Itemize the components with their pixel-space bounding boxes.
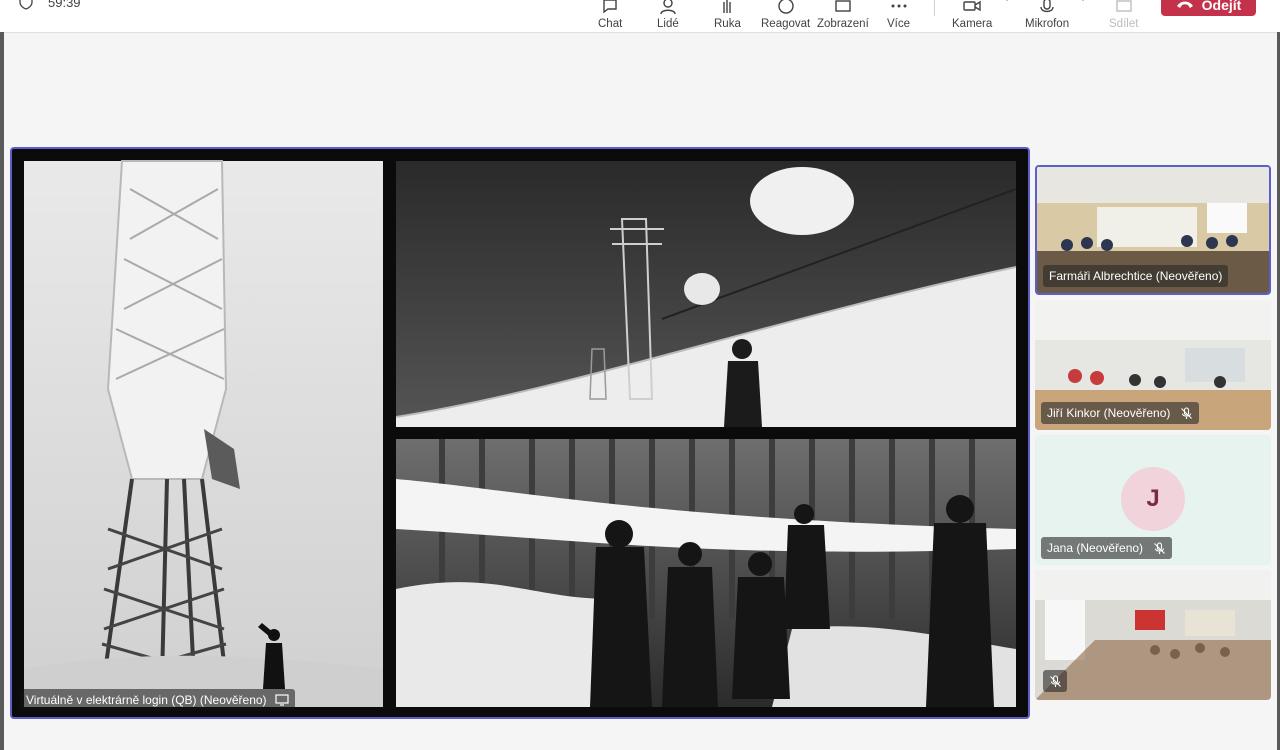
toolbar-divider [934,0,935,16]
participant-tile-3[interactable]: J Jana (Neověřeno) [1035,435,1271,565]
participant-name-tag: Farmáři Albrechtice (Neověřeno) [1043,265,1229,287]
microphone-label: Mikrofon [1025,18,1070,30]
participant-video-classroom [1035,570,1271,700]
participant-tile-2[interactable]: Jiří Kinkor (Neověřeno) [1035,300,1271,430]
mic-muted-icon [1049,674,1061,687]
shared-photo-collage [24,160,1017,707]
camera-button[interactable]: Kamera [952,0,992,30]
layout-icon [833,0,853,16]
photo-icy-wire [395,161,1017,427]
mic-muted-icon [1181,406,1193,419]
participant-name: Jana (Neověřeno) [1047,541,1144,555]
react-button[interactable]: Reagovat [761,0,810,30]
microphone-options-chevron-icon[interactable] [1078,0,1088,4]
participant-tile-4[interactable] [1035,570,1271,700]
presenter-name: Virtuálně v elektrárně login (QB) (Neově… [26,693,267,707]
avatar: J [1121,467,1185,531]
avatar-initial: J [1146,485,1160,512]
raise-hand-label: Ruka [714,18,741,30]
emoji-icon [776,0,796,16]
window-edge-left [0,32,4,750]
leave-label: Odejít [1201,0,1242,13]
timer-value: 59:39 [48,0,81,10]
hand-icon [717,0,737,16]
participant-name: Farmáři Albrechtice (Neověřeno) [1049,269,1223,283]
shared-content-stage[interactable]: Virtuálně v elektrárně login (QB) (Neově… [10,147,1030,719]
more-label: Více [887,18,911,30]
mic-muted-icon [1154,541,1165,554]
people-button[interactable]: Lidé [657,0,679,30]
raise-hand-button[interactable]: Ruka [714,0,741,30]
chat-button[interactable]: Chat [598,0,622,30]
photo-snow-forest-crew [396,439,1016,707]
camera-options-chevron-icon[interactable] [1002,0,1012,4]
presenter-name-tag: Virtuálně v elektrárně login (QB) (Neově… [20,689,295,711]
shield-icon [19,0,33,10]
microphone-button[interactable]: Mikrofon [1025,0,1069,30]
view-button[interactable]: Zobrazení [817,0,869,30]
share-icon [1114,0,1134,16]
leave-button[interactable]: Odejít [1161,0,1256,16]
microphone-icon [1037,0,1057,16]
people-label: Lidé [657,18,679,30]
share-button[interactable]: Sdílet [1109,0,1138,30]
view-label: Zobrazení [817,18,869,30]
participant-name-tag: Jiří Kinkor (Neověřeno) [1041,402,1200,424]
participant-mute-indicator [1043,670,1067,692]
more-icon [889,0,909,16]
people-icon [658,0,678,16]
more-button[interactable]: Více [887,0,910,30]
participant-name-tag: Jana (Neověřeno) [1041,537,1173,559]
camera-label: Kamera [952,18,993,30]
react-label: Reagovat [761,18,811,30]
chat-icon [600,0,620,16]
participant-name: Jiří Kinkor (Neověřeno) [1047,406,1171,420]
share-label: Sdílet [1109,18,1139,30]
participant-tile-1[interactable]: Farmáři Albrechtice (Neověřeno) [1035,165,1271,295]
meeting-timer: 59:39 [18,0,81,10]
chat-label: Chat [598,18,623,30]
meeting-toolbar: 59:39 Chat Lidé Ruka Reagovat Zobrazení … [0,0,1280,33]
phone-hangup-icon [1176,1,1193,8]
camera-icon [962,0,982,16]
photo-iced-tower [24,160,383,707]
screen-share-icon [274,694,289,706]
